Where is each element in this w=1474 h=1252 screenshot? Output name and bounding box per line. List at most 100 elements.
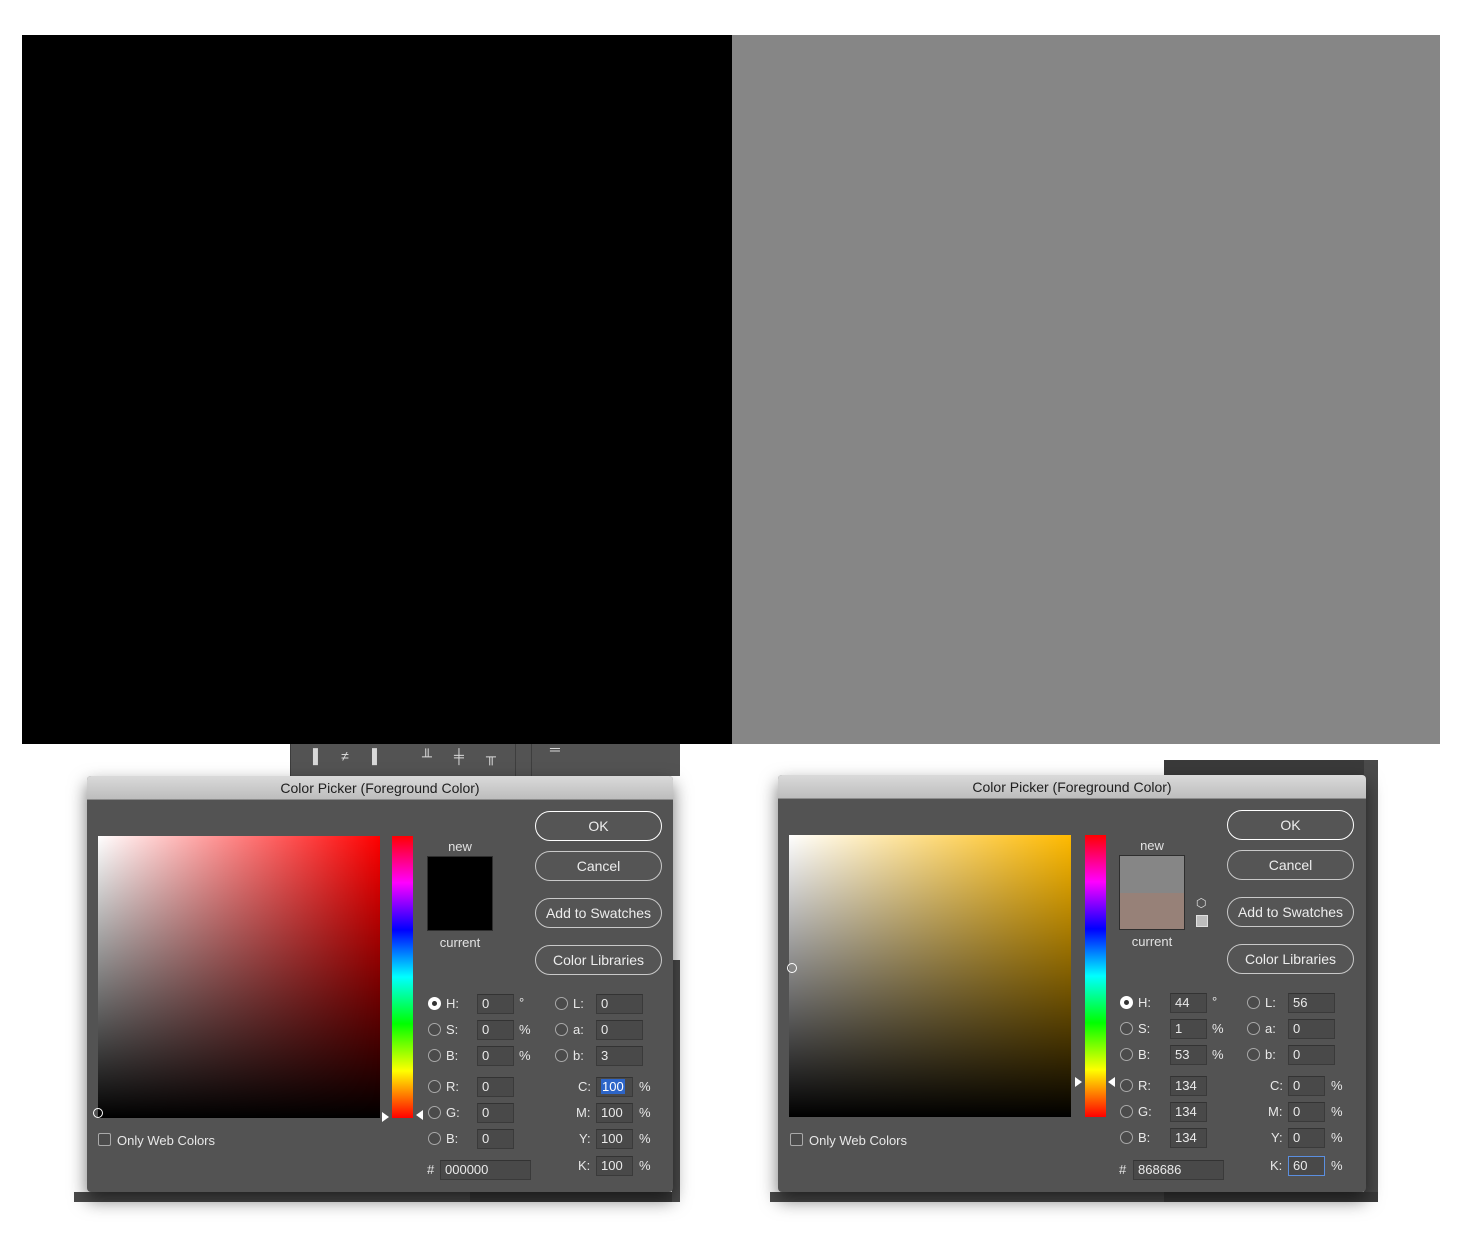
hue-input[interactable]: 44 bbox=[1170, 993, 1207, 1013]
a-channel-label: a: bbox=[573, 1022, 584, 1037]
add-to-swatches-button[interactable]: Add to Swatches bbox=[535, 898, 662, 928]
black-input[interactable]: 60 bbox=[1288, 1156, 1325, 1176]
saturation-input[interactable]: 0 bbox=[477, 1020, 514, 1040]
yellow-input[interactable]: 100 bbox=[596, 1129, 633, 1149]
magenta-input[interactable]: 100 bbox=[596, 1103, 633, 1123]
current-color-preview[interactable] bbox=[428, 893, 492, 930]
yellow-label: Y: bbox=[1271, 1130, 1283, 1145]
align-middle-icon[interactable]: ╪ bbox=[451, 747, 467, 765]
black-input[interactable]: 100 bbox=[596, 1156, 633, 1176]
red-radio[interactable] bbox=[428, 1080, 441, 1093]
blue-input[interactable]: 0 bbox=[477, 1129, 514, 1149]
align-left-icon[interactable]: ▐ bbox=[305, 747, 321, 765]
red-radio[interactable] bbox=[1120, 1079, 1133, 1092]
color-field[interactable] bbox=[93, 836, 380, 1118]
color-field[interactable] bbox=[787, 835, 1071, 1117]
hue-slider-left-arrow[interactable] bbox=[382, 1112, 389, 1122]
cancel-button[interactable]: Cancel bbox=[535, 851, 662, 881]
brightness-label: B: bbox=[1138, 1047, 1151, 1062]
menu-icon[interactable]: ═ bbox=[547, 740, 563, 758]
current-color-preview[interactable] bbox=[1120, 892, 1184, 929]
hue-label: H: bbox=[1138, 995, 1151, 1010]
align-bottom-icon[interactable]: ╥ bbox=[483, 747, 499, 765]
color-field-marker[interactable] bbox=[93, 1108, 103, 1118]
brightness-input[interactable]: 53 bbox=[1170, 1045, 1207, 1065]
hex-input[interactable]: 000000 bbox=[440, 1160, 531, 1180]
only-web-colors-label: Only Web Colors bbox=[809, 1133, 908, 1148]
a-channel-radio[interactable] bbox=[1247, 1022, 1260, 1035]
green-input[interactable]: 0 bbox=[477, 1103, 514, 1123]
align-top-icon[interactable]: ╨ bbox=[419, 747, 435, 765]
align-toolbar: ▐ ≠ ▌ ╨ ╪ ╥ ═ bbox=[290, 741, 680, 776]
new-color-preview bbox=[428, 857, 492, 894]
hue-slider-right-arrow[interactable] bbox=[1108, 1077, 1115, 1087]
hex-input[interactable]: 868686 bbox=[1133, 1160, 1224, 1180]
b-channel-radio[interactable] bbox=[555, 1049, 568, 1062]
saturation-radio[interactable] bbox=[1120, 1022, 1133, 1035]
color-preview bbox=[1119, 855, 1185, 930]
green-input[interactable]: 134 bbox=[1170, 1102, 1207, 1122]
b-channel-input[interactable]: 3 bbox=[596, 1046, 643, 1066]
pct-unit: % bbox=[1212, 1021, 1224, 1036]
only-web-colors-checkbox[interactable] bbox=[98, 1133, 111, 1146]
green-radio[interactable] bbox=[428, 1106, 441, 1119]
a-channel-radio[interactable] bbox=[555, 1023, 568, 1036]
ok-button[interactable]: OK bbox=[1227, 810, 1354, 840]
hue-slider[interactable] bbox=[1085, 835, 1106, 1117]
red-input[interactable]: 0 bbox=[477, 1077, 514, 1097]
cancel-button[interactable]: Cancel bbox=[1227, 850, 1354, 880]
bg-panel-left-edge bbox=[672, 960, 680, 1202]
blue-radio[interactable] bbox=[1120, 1131, 1133, 1144]
only-web-colors-checkbox[interactable] bbox=[790, 1133, 803, 1146]
lightness-label: L: bbox=[1265, 995, 1276, 1010]
black-color-swatch bbox=[22, 35, 732, 744]
pct-unit: % bbox=[639, 1158, 651, 1173]
b-channel-input[interactable]: 0 bbox=[1288, 1045, 1335, 1065]
saturation-radio[interactable] bbox=[428, 1023, 441, 1036]
ok-button[interactable]: OK bbox=[535, 811, 662, 841]
cyan-input[interactable]: 100 bbox=[596, 1077, 633, 1097]
magenta-input[interactable]: 0 bbox=[1288, 1102, 1325, 1122]
color-picker-dialog: Color Picker (Foreground Color) new curr… bbox=[778, 775, 1366, 1192]
color-libraries-button[interactable]: Color Libraries bbox=[535, 945, 662, 975]
add-to-swatches-button[interactable]: Add to Swatches bbox=[1227, 897, 1354, 927]
b-channel-radio[interactable] bbox=[1247, 1048, 1260, 1061]
yellow-input[interactable]: 0 bbox=[1288, 1128, 1325, 1148]
saturation-label: S: bbox=[446, 1022, 459, 1037]
brightness-radio[interactable] bbox=[1120, 1048, 1133, 1061]
blue-input[interactable]: 134 bbox=[1170, 1128, 1207, 1148]
lightness-radio[interactable] bbox=[555, 997, 568, 1010]
hex-label: # bbox=[427, 1162, 435, 1177]
hue-input[interactable]: 0 bbox=[477, 994, 514, 1014]
lightness-label: L: bbox=[573, 996, 584, 1011]
hue-slider[interactable] bbox=[392, 836, 413, 1118]
green-radio[interactable] bbox=[1120, 1105, 1133, 1118]
blue-radio[interactable] bbox=[428, 1132, 441, 1145]
pct-unit: % bbox=[639, 1079, 651, 1094]
out-of-gamut-warning-icon[interactable]: ⬡ bbox=[1196, 897, 1208, 909]
gamut-color-square-icon[interactable] bbox=[1196, 915, 1208, 927]
color-field-marker[interactable] bbox=[787, 963, 797, 973]
color-libraries-button[interactable]: Color Libraries bbox=[1227, 944, 1354, 974]
lightness-radio[interactable] bbox=[1247, 996, 1260, 1009]
align-right-icon[interactable]: ▌ bbox=[369, 747, 385, 765]
lightness-input[interactable]: 0 bbox=[596, 994, 643, 1014]
saturation-input[interactable]: 1 bbox=[1170, 1019, 1207, 1039]
hue-radio[interactable] bbox=[1120, 996, 1133, 1009]
gray-color-swatch bbox=[732, 35, 1440, 744]
pct-unit: % bbox=[519, 1048, 531, 1063]
align-center-icon[interactable]: ≠ bbox=[337, 747, 353, 765]
bg-panel-right-bottom bbox=[1164, 1192, 1378, 1202]
hue-slider-left-arrow[interactable] bbox=[1075, 1077, 1082, 1087]
hue-radio[interactable] bbox=[428, 997, 441, 1010]
hue-slider-right-arrow[interactable] bbox=[416, 1110, 423, 1120]
lightness-input[interactable]: 56 bbox=[1288, 993, 1335, 1013]
pct-unit: % bbox=[1331, 1078, 1343, 1093]
cyan-input[interactable]: 0 bbox=[1288, 1076, 1325, 1096]
red-input[interactable]: 134 bbox=[1170, 1076, 1207, 1096]
brightness-input[interactable]: 0 bbox=[477, 1046, 514, 1066]
a-channel-input[interactable]: 0 bbox=[596, 1020, 643, 1040]
blue-label: B: bbox=[1138, 1130, 1151, 1145]
a-channel-input[interactable]: 0 bbox=[1288, 1019, 1335, 1039]
brightness-radio[interactable] bbox=[428, 1049, 441, 1062]
